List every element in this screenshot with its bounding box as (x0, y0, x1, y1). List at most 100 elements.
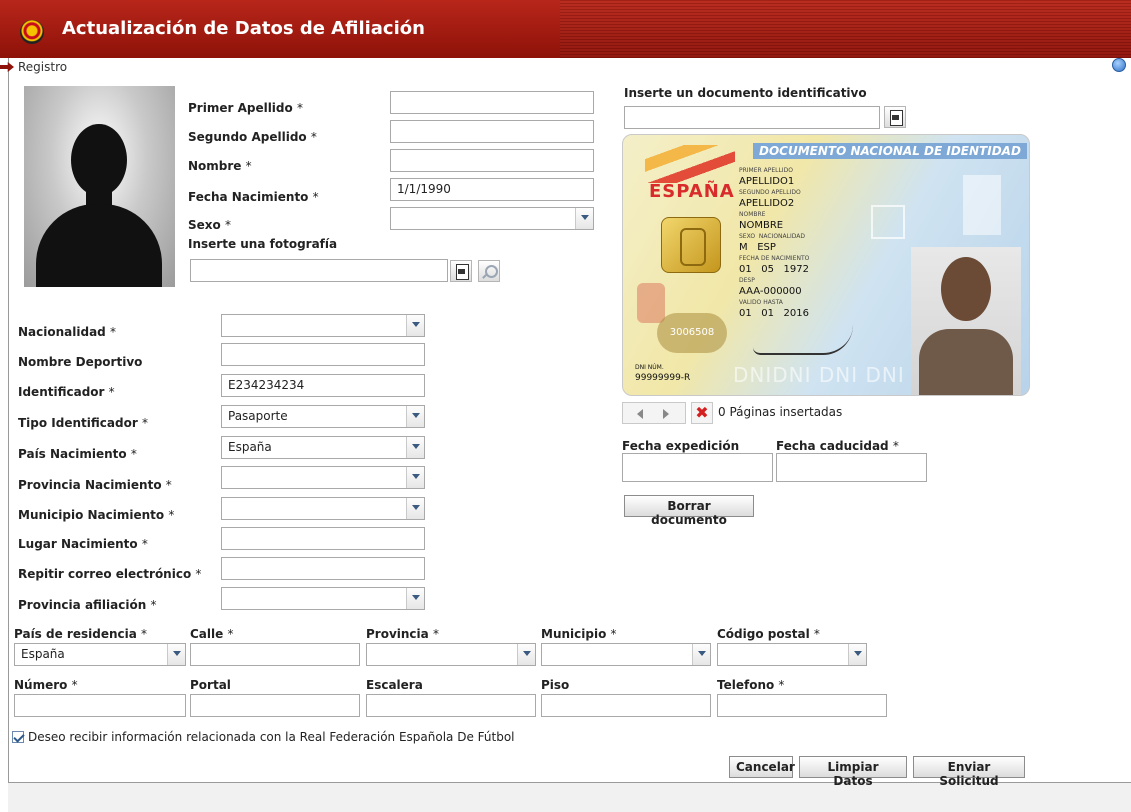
segundo-apellido-label: Segundo Apellido * (188, 130, 317, 144)
chip-icon (661, 217, 721, 273)
pais-nacimiento-select[interactable]: España (221, 436, 425, 459)
pais-residencia-label: País de residencia * (14, 627, 148, 641)
piso-label: Piso (541, 678, 570, 692)
card-field-label: DESP (739, 277, 755, 284)
insert-photo-label: Inserte una fotografía (188, 237, 338, 251)
fecha-expedicion-input[interactable] (622, 453, 773, 482)
consent-label: Deseo recibir información relacionada co… (28, 730, 515, 744)
codigo-postal-select[interactable] (717, 643, 867, 666)
profile-photo-placeholder (24, 86, 175, 287)
card-country: ESPAÑA (649, 181, 735, 202)
card-field-label: FECHA DE NACIMIENTO (739, 255, 810, 262)
submit-request-button[interactable]: Enviar Solicitud (913, 756, 1025, 788)
escalera-input[interactable] (366, 694, 536, 717)
browse-document-icon[interactable] (884, 106, 906, 128)
browse-file-icon[interactable] (450, 260, 472, 282)
pais-residencia-select[interactable]: España (14, 643, 186, 666)
signature-graphic (753, 325, 853, 355)
pais-nacimiento-label: País Nacimiento * (18, 447, 137, 461)
chevron-down-icon (692, 644, 710, 665)
identificador-input[interactable]: E234234234 (221, 374, 425, 397)
fecha-caducidad-input[interactable] (776, 453, 927, 482)
breadcrumb: Registro (0, 60, 67, 74)
portrait-face (941, 257, 991, 321)
card-emblem (963, 175, 1001, 235)
municipio-label: Municipio * (541, 627, 617, 641)
nombre-deportivo-input[interactable] (221, 343, 425, 366)
card-portrait (911, 247, 1021, 395)
breadcrumb-label: Registro (18, 60, 68, 74)
federation-logo-icon (20, 20, 44, 44)
card-field-value: APELLIDO2 (739, 198, 795, 209)
chevron-down-icon (575, 208, 593, 229)
card-field-label: SEGUNDO APELLIDO (739, 189, 801, 196)
crest-icon (637, 283, 665, 323)
lugar-nacimiento-input[interactable] (221, 527, 425, 550)
next-page-icon[interactable] (663, 409, 669, 419)
title-bar: Actualización de Datos de Afiliación (0, 0, 1131, 58)
telefono-label: Telefono * (717, 678, 785, 692)
sexo-label: Sexo * (188, 218, 231, 232)
calle-input[interactable] (190, 643, 360, 666)
card-header: DOCUMENTO NACIONAL DE IDENTIDAD (753, 143, 1027, 159)
segundo-apellido-input[interactable] (390, 120, 594, 143)
chevron-down-icon (406, 588, 424, 609)
repetir-correo-input[interactable] (221, 557, 425, 580)
repetir-correo-label: Repitir correo electrónico * (18, 567, 202, 581)
pages-inserted-text: 0 Páginas insertadas (718, 405, 843, 419)
escalera-label: Escalera (366, 678, 423, 692)
telefono-input[interactable] (717, 694, 887, 717)
previous-page-icon[interactable] (637, 409, 643, 419)
card-field-label: PRIMER APELLIDO (739, 167, 793, 174)
chevron-down-icon (167, 644, 185, 665)
help-icon[interactable] (1112, 58, 1126, 72)
provincia-afiliacion-select[interactable] (221, 587, 425, 610)
numero-input[interactable] (14, 694, 186, 717)
municipio-select[interactable] (541, 643, 711, 666)
card-field-value: M ESP (739, 242, 776, 253)
card-dni-value: 99999999-R (635, 373, 691, 383)
chevron-down-icon (406, 498, 424, 519)
card-field-value: APELLIDO1 (739, 176, 795, 187)
chevron-down-icon (406, 406, 424, 427)
portal-input[interactable] (190, 694, 360, 717)
id-card-preview: ESPAÑA DOCUMENTO NACIONAL DE IDENTIDAD 3… (622, 134, 1030, 396)
card-dni-label: DNI NÚM. (635, 364, 664, 371)
delete-document-button[interactable]: Borrar documento (624, 495, 754, 527)
photo-file-input[interactable] (190, 259, 448, 282)
provincia-select[interactable] (366, 643, 536, 666)
document-file-input[interactable] (624, 106, 880, 129)
provincia-nacimiento-select[interactable] (221, 466, 425, 489)
search-icon[interactable] (478, 260, 500, 282)
lugar-nacimiento-label: Lugar Nacimiento * (18, 537, 148, 551)
arrow-right-icon (0, 62, 14, 72)
nacionalidad-label: Nacionalidad * (18, 325, 116, 339)
delete-page-icon[interactable]: ✖ (691, 402, 713, 424)
fecha-nacimiento-input[interactable]: 1/1/1990 (390, 178, 594, 201)
primer-apellido-input[interactable] (390, 91, 594, 114)
nacionalidad-select[interactable] (221, 314, 425, 337)
identificador-label: Identificador * (18, 385, 115, 399)
card-seal: 3006508 (657, 313, 727, 353)
fecha-expedicion-label: Fecha expedición (622, 439, 740, 453)
consent-checkbox[interactable] (12, 731, 24, 743)
chevron-down-icon (406, 315, 424, 336)
card-field-label: VALIDO HASTA (739, 299, 783, 306)
primer-apellido-label: Primer Apellido * (188, 101, 303, 115)
cancel-button[interactable]: Cancelar (729, 756, 795, 778)
nombre-input[interactable] (390, 149, 594, 172)
municipio-nacimiento-select[interactable] (221, 497, 425, 520)
nombre-deportivo-label: Nombre Deportivo (18, 355, 143, 369)
numero-label: Número * (14, 678, 78, 692)
card-dni-number: DNI NÚM. 99999999-R (635, 363, 690, 383)
nombre-label: Nombre * (188, 159, 252, 173)
calle-label: Calle * (190, 627, 234, 641)
portal-label: Portal (190, 678, 231, 692)
piso-input[interactable] (541, 694, 711, 717)
chevron-down-icon (517, 644, 535, 665)
card-square-mark (871, 205, 905, 239)
municipio-nacimiento-label: Municipio Nacimiento * (18, 508, 175, 522)
tipo-identificador-select[interactable]: Pasaporte (221, 405, 425, 428)
sexo-select[interactable] (390, 207, 594, 230)
clear-data-button[interactable]: Limpiar Datos (799, 756, 907, 788)
